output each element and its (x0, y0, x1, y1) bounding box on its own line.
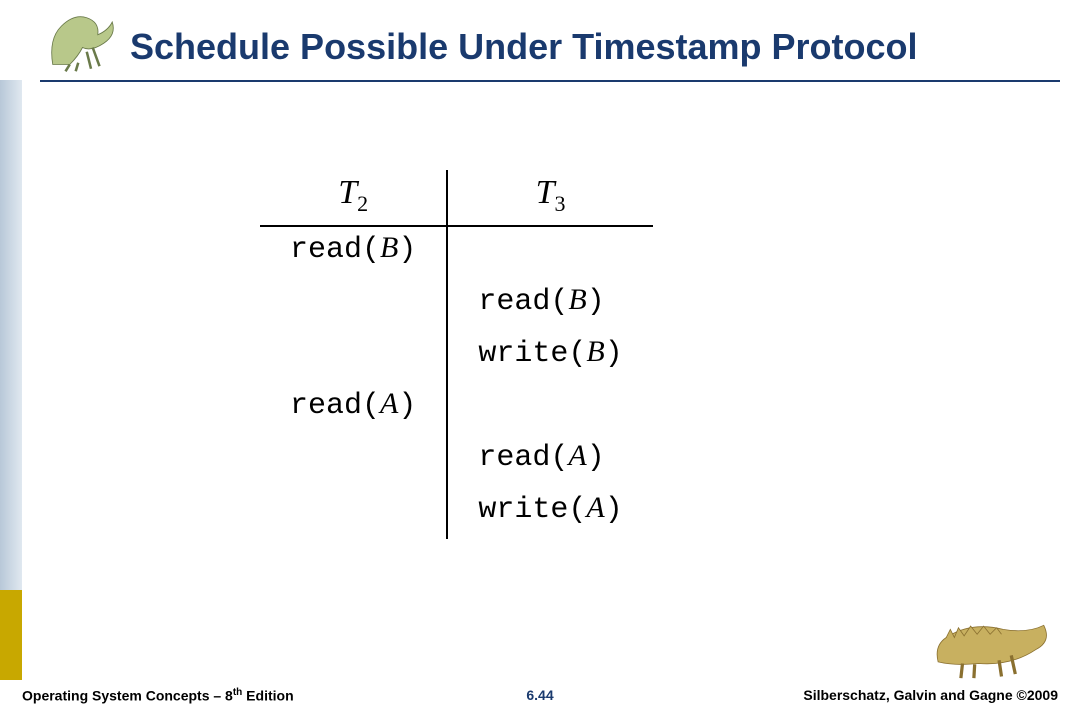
slide-title: Schedule Possible Under Timestamp Protoc… (130, 26, 918, 68)
header-t2-letter: T (338, 174, 357, 211)
cell-t2 (260, 487, 447, 539)
cell-t2 (260, 331, 447, 383)
table-row: read(B) (260, 226, 653, 279)
cell-t3: read(A) (447, 435, 652, 487)
table-row: read(A) (260, 383, 653, 435)
table-row: read(A) (260, 435, 653, 487)
footer-book-title: Operating System Concepts – 8 (22, 687, 233, 703)
cell-t3 (447, 383, 652, 435)
table-row: write(B) (260, 331, 653, 383)
footer-edition-tail: Edition (242, 687, 293, 703)
footer-left: Operating System Concepts – 8th Edition (22, 687, 294, 704)
slide-footer: Operating System Concepts – 8th Edition … (0, 678, 1080, 720)
table-row: read(B) (260, 279, 653, 331)
footer-copyright: Silberschatz, Galvin and Gagne ©2009 (803, 687, 1058, 703)
cell-t3: write(A) (447, 487, 652, 539)
header-t2-sub: 2 (357, 191, 368, 216)
left-sidebar-accent (0, 590, 22, 680)
schedule-table: T2 T3 read(B)read(B)write(B)read(A)read(… (260, 170, 653, 539)
dinosaur-top-left-icon (40, 5, 125, 75)
cell-t3: write(B) (447, 331, 652, 383)
cell-t2 (260, 435, 447, 487)
cell-t2: read(B) (260, 226, 447, 279)
cell-t3: read(B) (447, 279, 652, 331)
cell-t3 (447, 226, 652, 279)
dinosaur-bottom-right-icon (930, 605, 1060, 685)
header-t3: T3 (447, 170, 652, 226)
footer-page-number: 6.44 (526, 687, 553, 703)
header-t3-letter: T (536, 174, 555, 211)
cell-t2 (260, 279, 447, 331)
title-bar: Schedule Possible Under Timestamp Protoc… (40, 20, 1060, 82)
cell-t2: read(A) (260, 383, 447, 435)
header-t3-sub: 3 (555, 191, 566, 216)
header-t2: T2 (260, 170, 447, 226)
table-row: write(A) (260, 487, 653, 539)
footer-edition-sup: th (233, 687, 242, 698)
